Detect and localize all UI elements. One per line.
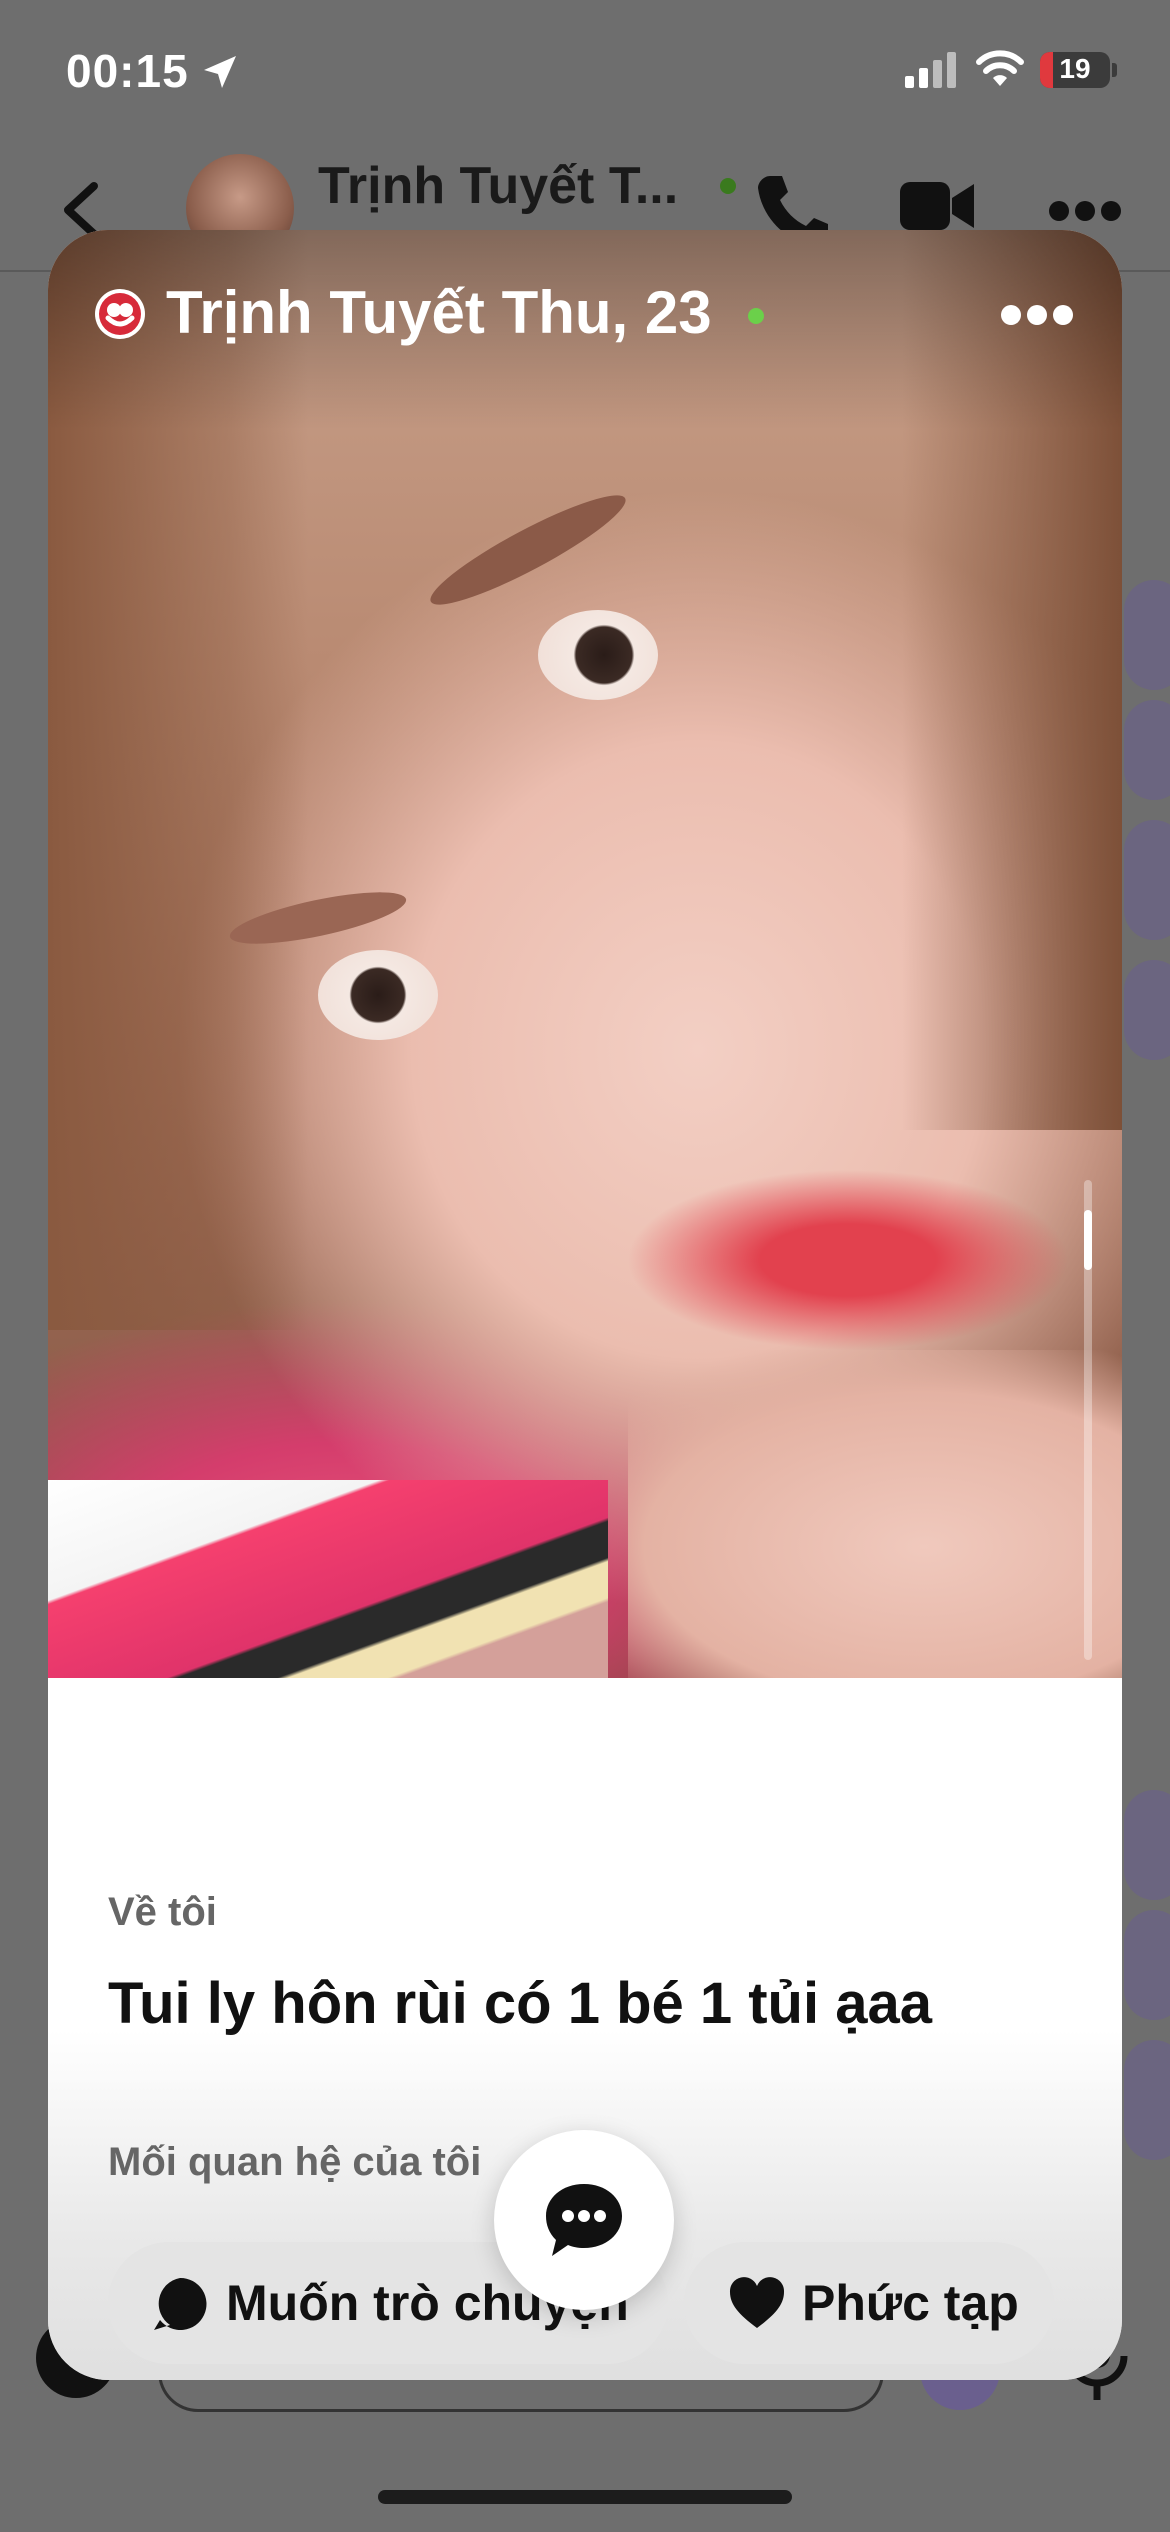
profile-card: Trịnh Tuyết Thu, 23 Về tôi Tui ly hôn rù…: [48, 230, 1122, 2380]
online-status-dot: [720, 178, 736, 194]
message-bubble: [1124, 820, 1170, 940]
message-bubble: [1124, 580, 1170, 690]
profile-name-age: Trịnh Tuyết Thu, 23: [166, 279, 712, 346]
more-dots-icon[interactable]: [1000, 304, 1074, 331]
status-bar: 00:15 19: [0, 0, 1170, 140]
battery-percent: 19: [1059, 53, 1091, 84]
about-text: Tui ly hôn rùi có 1 bé 1 tủi ạaa: [108, 1971, 932, 2036]
online-status-dot: [748, 308, 764, 324]
home-indicator: [378, 2490, 792, 2504]
message-bubble: [1124, 1790, 1170, 1900]
heart-icon: [728, 2276, 786, 2335]
message-bubble: [1124, 1910, 1170, 2020]
status-time: 00:15: [66, 45, 189, 97]
location-arrow-icon: [200, 52, 240, 97]
app-logo-icon: [94, 288, 146, 345]
photo-region: [628, 1350, 1122, 1678]
relationship-chip-status[interactable]: Phức tạp: [684, 2242, 1054, 2364]
wifi-icon: [975, 48, 1025, 93]
card-header: Trịnh Tuyết Thu, 23: [48, 230, 1122, 390]
message-button[interactable]: [494, 2130, 674, 2310]
more-dots-icon[interactable]: [1048, 200, 1122, 227]
relationship-label: Mối quan hệ của tôi: [108, 2140, 482, 2184]
photo-region: [421, 480, 635, 620]
battery-nub: [1112, 63, 1117, 77]
photo-region: [538, 610, 658, 700]
photo-region: [48, 1480, 608, 1678]
message-bubble: [1124, 700, 1170, 800]
chat-bubble-icon: [152, 2276, 208, 2337]
profile-photo[interactable]: [48, 230, 1122, 1678]
chip-label: Phức tạp: [802, 2275, 1019, 2331]
message-bubble: [1124, 2040, 1170, 2160]
about-label: Về tôi: [108, 1890, 217, 1934]
cellular-signal-icon: [905, 52, 959, 93]
battery-indicator: 19: [1040, 52, 1110, 88]
scrollbar-thumb[interactable]: [1084, 1210, 1092, 1270]
message-bubble: [1124, 960, 1170, 1060]
contact-name[interactable]: Trịnh Tuyết T...: [318, 156, 678, 216]
message-bubble-icon: [544, 2182, 624, 2265]
photo-region: [318, 950, 438, 1040]
